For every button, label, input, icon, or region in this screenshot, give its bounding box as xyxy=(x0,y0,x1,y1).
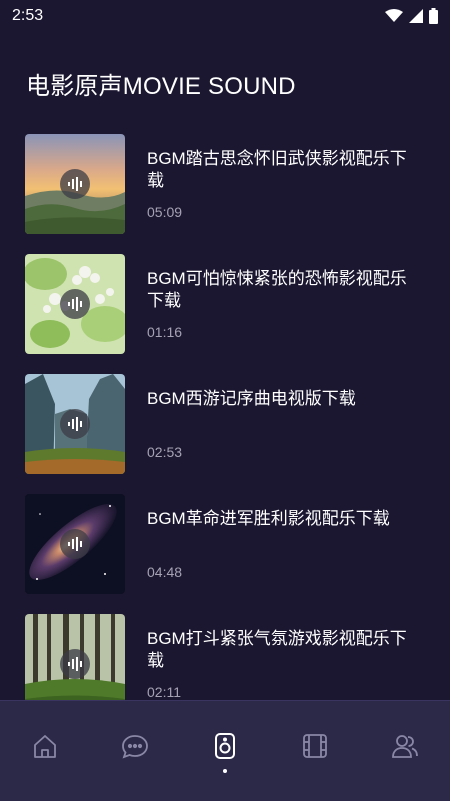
sound-title[interactable]: BGM可怕惊悚紧张的恐怖影视配乐下载 xyxy=(147,268,417,312)
sound-wave-icon xyxy=(60,169,90,199)
nav-film[interactable] xyxy=(300,731,330,761)
sound-title[interactable]: BGM踏古思念怀旧武侠影视配乐下载 xyxy=(147,148,417,192)
sound-duration: 04:48 xyxy=(147,564,183,580)
sound-wave-icon xyxy=(60,649,90,679)
sound-duration: 02:53 xyxy=(147,444,183,460)
active-indicator-dot xyxy=(223,769,227,773)
film-icon xyxy=(303,734,327,758)
thumbnail-image[interactable] xyxy=(25,374,125,474)
sound-wave-icon xyxy=(60,529,90,559)
sound-title[interactable]: BGM革命进军胜利影视配乐下载 xyxy=(147,508,417,530)
thumbnail-image[interactable] xyxy=(25,254,125,354)
sound-wave-icon xyxy=(60,289,90,319)
nav-users[interactable] xyxy=(390,731,420,761)
thumbnail-image[interactable] xyxy=(25,614,125,700)
chat-icon xyxy=(122,735,148,759)
sound-wave-icon xyxy=(60,409,90,439)
bottom-nav xyxy=(0,700,450,801)
sound-title[interactable]: BGM西游记序曲电视版下载 xyxy=(147,388,417,410)
sound-duration: 01:16 xyxy=(147,324,183,340)
sound-duration: 05:09 xyxy=(147,204,183,220)
status-time: 2:53 xyxy=(12,7,44,24)
thumbnail-image[interactable] xyxy=(25,134,125,234)
nav-chat[interactable] xyxy=(120,731,150,761)
battery-icon xyxy=(429,8,438,24)
music-speaker-icon xyxy=(215,733,235,759)
sound-duration: 02:11 xyxy=(147,684,181,700)
status-icons xyxy=(385,8,438,24)
wifi-icon xyxy=(385,9,403,22)
list-item[interactable]: BGM踏古思念怀旧武侠影视配乐下载 05:09 xyxy=(25,134,425,236)
list-item[interactable]: BGM可怕惊悚紧张的恐怖影视配乐下载 01:16 xyxy=(25,254,425,356)
nav-music[interactable] xyxy=(210,731,240,761)
list-item[interactable]: BGM西游记序曲电视版下载 02:53 xyxy=(25,374,425,476)
nav-home[interactable] xyxy=(30,731,60,761)
page-title: 电影原声MOVIE SOUND xyxy=(26,73,296,100)
status-bar: 2:53 xyxy=(0,0,450,32)
thumbnail-image[interactable] xyxy=(25,494,125,594)
home-icon xyxy=(34,735,56,758)
users-icon xyxy=(392,735,418,758)
list-item[interactable]: BGM打斗紧张气氛游戏影视配乐下载 02:11 xyxy=(25,614,425,700)
list-item[interactable]: BGM革命进军胜利影视配乐下载 04:48 xyxy=(25,494,425,596)
sound-list[interactable]: BGM踏古思念怀旧武侠影视配乐下载 05:09 BGM可怕惊悚紧张的恐怖影视配乐… xyxy=(0,132,450,700)
sound-title[interactable]: BGM打斗紧张气氛游戏影视配乐下载 xyxy=(147,628,417,672)
signal-icon xyxy=(409,9,423,23)
